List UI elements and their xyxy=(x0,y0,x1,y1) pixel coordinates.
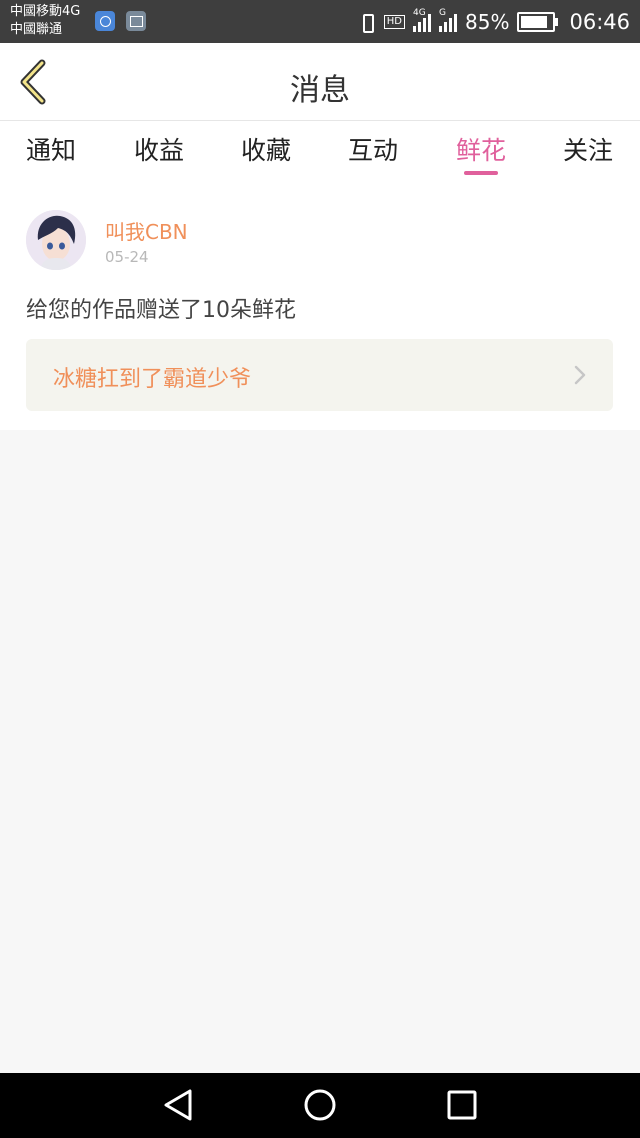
hd-icon: HD xyxy=(383,14,406,29)
triangle-back-icon[interactable] xyxy=(160,1087,196,1123)
status-bar: 中國移動4G 中國聯通 HD 4G G 85% 06:46 xyxy=(0,0,640,43)
notification-message: 给您的作品赠送了10朵鲜花 xyxy=(26,298,296,323)
tab-flowers[interactable]: 鲜花 xyxy=(436,131,526,167)
tab-notifications[interactable]: 通知 xyxy=(6,131,96,167)
tab-interactions[interactable]: 互动 xyxy=(328,131,418,167)
active-tab-indicator xyxy=(464,171,498,175)
status-indicators: HD 4G G 85% 06:46 xyxy=(358,0,630,43)
tab-following[interactable]: 关注 xyxy=(543,131,633,167)
tab-favorites[interactable]: 收藏 xyxy=(221,131,311,167)
notification-app-icon xyxy=(95,11,115,31)
gallery-notification-icon xyxy=(126,11,146,31)
signal-icon-1: 4G xyxy=(413,8,432,32)
chevron-right-icon xyxy=(574,365,586,385)
battery-percent: 85% xyxy=(465,9,510,34)
work-link-card[interactable]: 冰糖扛到了霸道少爷 xyxy=(26,339,613,411)
battery-icon xyxy=(517,11,559,32)
system-nav-bar xyxy=(0,1073,640,1138)
vibrate-icon xyxy=(358,12,376,33)
notification-list: 叫我CBN 05-24 给您的作品赠送了10朵鲜花 冰糖扛到了霸道少爷 xyxy=(0,181,640,430)
notification-date: 05-24 xyxy=(105,248,149,266)
page-title: 消息 xyxy=(290,73,350,108)
user-name[interactable]: 叫我CBN xyxy=(105,216,188,245)
user-avatar-image xyxy=(26,210,86,270)
tab-earnings[interactable]: 收益 xyxy=(114,131,204,167)
signal-icon-2: G xyxy=(439,8,458,32)
carrier-1: 中國移動4G xyxy=(10,4,81,19)
tab-bar: 通知 收益 收藏 互动 鲜花 关注 xyxy=(0,121,640,181)
carrier-info: 中國移動4G 中國聯通 xyxy=(10,3,80,39)
app-header: 消息 xyxy=(0,43,640,121)
square-recents-icon[interactable] xyxy=(444,1087,480,1123)
circle-home-icon[interactable] xyxy=(302,1087,338,1123)
clock: 06:46 xyxy=(569,9,630,34)
avatar[interactable] xyxy=(26,210,86,270)
carrier-2: 中國聯通 xyxy=(10,22,63,37)
work-title: 冰糖扛到了霸道少爷 xyxy=(53,367,252,392)
